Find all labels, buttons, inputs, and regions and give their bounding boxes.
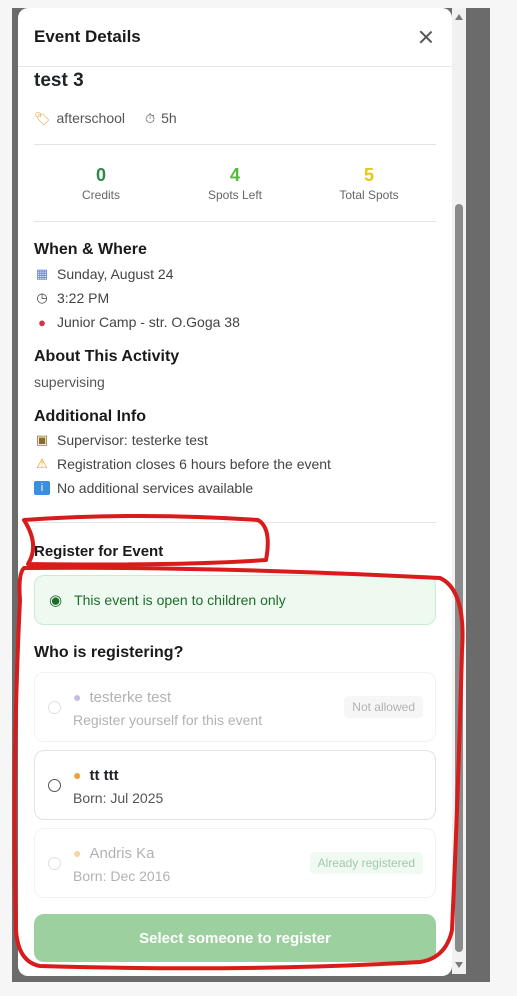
about-text: supervising: [34, 374, 105, 390]
registrant-option-child[interactable]: ● tt ttt Born: Jul 2025: [34, 750, 436, 820]
registrant-name-text: Andris Ka: [89, 845, 155, 862]
stat-value: 0: [95, 165, 106, 185]
stat-value: 4: [229, 165, 240, 185]
scroll-up-icon[interactable]: [455, 14, 463, 20]
services-text: No additional services available: [57, 480, 254, 496]
event-duration: ⏱ 5h: [145, 110, 177, 127]
registrant-name: ● testerke test: [73, 689, 171, 706]
child-icon: ●: [73, 845, 82, 861]
child-icon: ◉: [49, 592, 63, 609]
additional-info-title: Additional Info: [34, 408, 146, 425]
person-icon: ●: [73, 689, 82, 705]
pin-icon: ●: [38, 314, 46, 330]
event-time: ◷ 3:22 PM: [34, 286, 436, 310]
stat-label: Spots Left: [207, 188, 263, 202]
registration-row: ⚠ Registration closes 6 hours before the …: [34, 452, 436, 476]
registrant-radio: [48, 701, 61, 714]
already-registered-badge: Already registered: [309, 852, 423, 874]
event-date-text: Sunday, August 24: [57, 266, 174, 282]
tag-icon: 🏷: [34, 110, 51, 126]
warning-icon: ⚠: [36, 456, 48, 471]
event-tag: 🏷 afterschool: [34, 110, 125, 127]
children-only-notice: ◉ This event is open to children only: [34, 575, 436, 625]
info-icon: i: [34, 481, 50, 495]
scrollbar[interactable]: [452, 8, 466, 974]
registration-text: Registration closes 6 hours before the e…: [57, 456, 331, 472]
register-title: Register for Event: [34, 543, 164, 560]
scrollbar-thumb[interactable]: [455, 204, 463, 952]
stat-spots-left: 4 Spots Left: [168, 164, 302, 202]
notice-text: This event is open to children only: [74, 592, 286, 608]
supervisor-text: Supervisor: testerke test: [57, 432, 208, 448]
event-date: ▦ Sunday, August 24: [34, 262, 436, 286]
registrant-subtitle: Register yourself for this event: [73, 712, 263, 728]
about-title: About This Activity: [34, 348, 180, 365]
event-details-modal: Event Details test 3 🏷 afterschool ⏱ 5h 0 …: [18, 8, 452, 976]
registrant-subtitle: Born: Dec 2016: [73, 868, 171, 884]
calendar-icon: ▦: [35, 266, 49, 281]
event-title: test 3: [34, 70, 84, 91]
event-location: ● Junior Camp - str. O.Goga 38: [34, 310, 436, 334]
event-time-text: 3:22 PM: [57, 290, 110, 306]
event-duration-label: 5h: [161, 109, 177, 126]
modal-body[interactable]: test 3 🏷 afterschool ⏱ 5h 0 Credits 4 Spot…: [18, 67, 452, 962]
stat-label: Credits: [81, 188, 120, 202]
stat-credits: 0 Credits: [34, 164, 168, 202]
when-where-title: When & Where: [34, 241, 147, 258]
close-icon[interactable]: [416, 27, 436, 47]
modal-title: Event Details: [34, 27, 141, 46]
modal-header: Event Details: [18, 8, 452, 67]
stat-total-spots: 5 Total Spots: [302, 164, 436, 202]
registrant-name: ● tt ttt: [73, 767, 119, 784]
services-row: i No additional services available: [34, 476, 436, 500]
register-button[interactable]: Select someone to register: [34, 914, 436, 962]
scroll-down-icon[interactable]: [455, 962, 463, 968]
registrant-subtitle: Born: Jul 2025: [73, 790, 164, 806]
child-icon: ●: [73, 767, 82, 783]
event-tag-label: afterschool: [56, 109, 125, 126]
registrant-name-text: tt ttt: [89, 767, 119, 784]
stopwatch-icon: ⏱: [145, 110, 156, 126]
not-allowed-badge: Not allowed: [344, 696, 423, 718]
registrant-option-self: ● testerke test Register yourself for thi…: [34, 672, 436, 742]
event-location-text: Junior Camp - str. O.Goga 38: [57, 314, 240, 330]
supervisor-row: ▣ Supervisor: testerke test: [34, 428, 436, 452]
event-meta: 🏷 afterschool ⏱ 5h: [34, 103, 436, 133]
clock-icon: ◷: [36, 290, 48, 305]
supervisor-icon: ▣: [35, 432, 49, 447]
registrant-name-text: testerke test: [89, 689, 172, 706]
registrant-radio: [48, 857, 61, 870]
event-stats: 0 Credits 4 Spots Left 5 Total Spots: [34, 145, 436, 221]
registrant-name: ● Andris Ka: [73, 845, 155, 862]
stat-value: 5: [363, 165, 374, 185]
who-registering-title: Who is registering?: [34, 644, 184, 661]
stat-label: Total Spots: [339, 188, 399, 202]
registrant-radio[interactable]: [48, 779, 61, 792]
registrant-option-registered: ● Andris Ka Born: Dec 2016 Already regist…: [34, 828, 436, 898]
